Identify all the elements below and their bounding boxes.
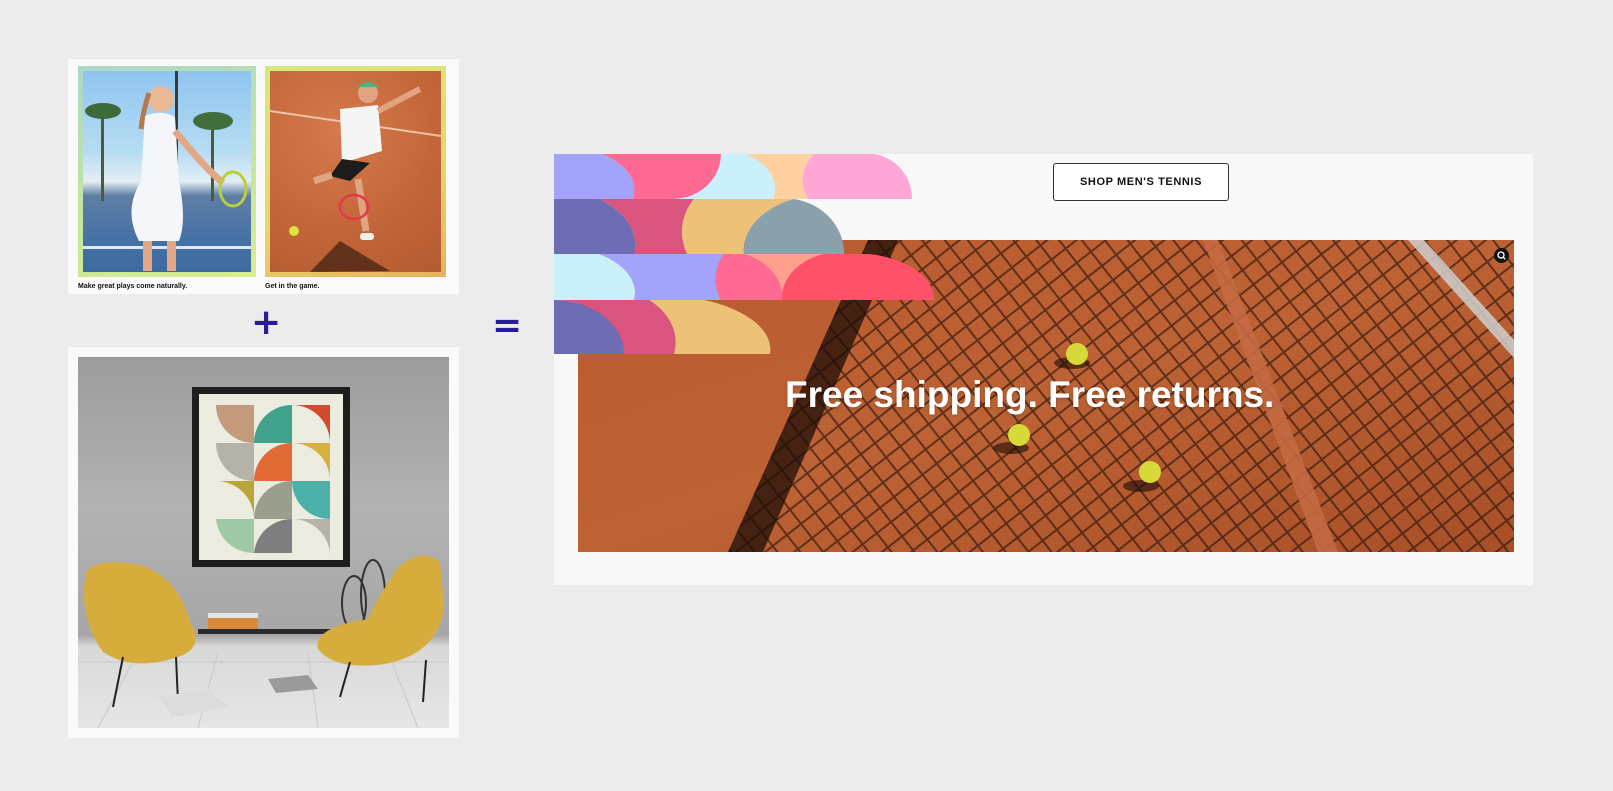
photo-frame-man <box>265 66 446 277</box>
equals-sign: = <box>492 305 523 346</box>
caption-make-great-plays: Make great plays come naturally. <box>78 283 188 290</box>
plus-sign: + <box>251 302 282 343</box>
decorative-arc-pattern <box>554 154 934 354</box>
man-tennis-photo <box>265 66 446 277</box>
promo-banner: SHOP MEN'S TENNIS Free shipping. Free re… <box>554 154 1533 585</box>
man-tennis-illustration <box>270 82 441 272</box>
art-room-card <box>68 347 459 738</box>
caption-get-in-the-game: Get in the game. <box>265 283 320 290</box>
living-room-photo <box>78 357 449 728</box>
photo-frame-woman <box>78 66 256 277</box>
zoom-in-icon[interactable] <box>1494 248 1509 263</box>
woman-tennis-illustration <box>83 71 251 271</box>
tennis-photo-card: Make great plays come naturally. Get in … <box>68 59 459 294</box>
woman-tennis-photo <box>78 66 256 277</box>
shop-mens-tennis-button[interactable]: SHOP MEN'S TENNIS <box>1053 163 1229 201</box>
living-room-illustration <box>78 387 449 728</box>
